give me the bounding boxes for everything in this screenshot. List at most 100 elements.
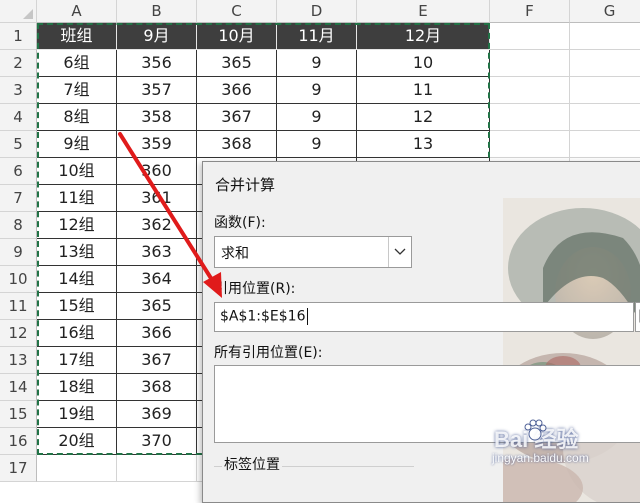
column-header-c[interactable]: C xyxy=(197,0,277,23)
cell-f4[interactable] xyxy=(490,104,570,131)
cell-a3[interactable]: 7组 xyxy=(37,77,117,104)
cell-g2[interactable] xyxy=(570,50,640,77)
cell-b5[interactable]: 359 xyxy=(117,131,197,158)
row-header-15[interactable]: 15 xyxy=(0,401,37,428)
cell-c4[interactable]: 367 xyxy=(197,104,277,131)
photo-watermark xyxy=(503,198,640,502)
cell-d1[interactable]: 11月 xyxy=(277,23,357,50)
column-header-g[interactable]: G xyxy=(570,0,640,23)
column-header-e[interactable]: E xyxy=(357,0,490,23)
cell-b8[interactable]: 362 xyxy=(117,212,197,239)
cell-b13[interactable]: 367 xyxy=(117,347,197,374)
all-references-list[interactable] xyxy=(214,365,640,443)
cell-c1[interactable]: 10月 xyxy=(197,23,277,50)
cell-b1[interactable]: 9月 xyxy=(117,23,197,50)
cell-d3[interactable]: 9 xyxy=(277,77,357,104)
cell-a14[interactable]: 18组 xyxy=(37,374,117,401)
cell-a4[interactable]: 8组 xyxy=(37,104,117,131)
cell-g1[interactable] xyxy=(570,23,640,50)
row-header-3[interactable]: 3 xyxy=(0,77,37,104)
cell-a13[interactable]: 17组 xyxy=(37,347,117,374)
function-select[interactable]: 求和 xyxy=(214,236,412,268)
function-selected-value: 求和 xyxy=(221,246,249,262)
row-header-17[interactable]: 17 xyxy=(0,455,37,482)
cell-b14[interactable]: 368 xyxy=(117,374,197,401)
column-header-a[interactable]: A xyxy=(37,0,117,23)
cell-g3[interactable] xyxy=(570,77,640,104)
collapse-dialog-button[interactable] xyxy=(635,302,640,332)
cell-a12[interactable]: 16组 xyxy=(37,320,117,347)
cell-c5[interactable]: 368 xyxy=(197,131,277,158)
cell-c2[interactable]: 365 xyxy=(197,50,277,77)
range-select-icon xyxy=(639,309,640,323)
cell-f5[interactable] xyxy=(490,131,570,158)
consolidate-dialog: 合并计算 函数(F): 求和 引用位置(R): $A$1:$E$16 所有引用位… xyxy=(202,161,640,503)
row-header-9[interactable]: 9 xyxy=(0,239,37,266)
cell-b4[interactable]: 358 xyxy=(117,104,197,131)
cell-a9[interactable]: 13组 xyxy=(37,239,117,266)
column-header-b[interactable]: B xyxy=(117,0,197,23)
row-header-5[interactable]: 5 xyxy=(0,131,37,158)
cell-f3[interactable] xyxy=(490,77,570,104)
all-references-label: 所有引用位置(E): xyxy=(214,345,323,361)
row-header-6[interactable]: 6 xyxy=(0,158,37,185)
cell-e3[interactable]: 11 xyxy=(357,77,490,104)
cell-a5[interactable]: 9组 xyxy=(37,131,117,158)
cell-b11[interactable]: 365 xyxy=(117,293,197,320)
dialog-title: 合并计算 xyxy=(215,176,276,194)
cell-b9[interactable]: 363 xyxy=(117,239,197,266)
row-header-11[interactable]: 11 xyxy=(0,293,37,320)
cell-a16[interactable]: 20组 xyxy=(37,428,117,455)
cell-b2[interactable]: 356 xyxy=(117,50,197,77)
dropdown-button[interactable] xyxy=(388,237,411,267)
cell-e4[interactable]: 12 xyxy=(357,104,490,131)
cell-g5[interactable] xyxy=(570,131,640,158)
row-header-2[interactable]: 2 xyxy=(0,50,37,77)
row-header-8[interactable]: 8 xyxy=(0,212,37,239)
reference-value: $A$1:$E$16 xyxy=(220,308,306,325)
text-cursor xyxy=(306,308,308,325)
cell-b6[interactable]: 360 xyxy=(117,158,197,185)
cell-a11[interactable]: 15组 xyxy=(37,293,117,320)
cell-f2[interactable] xyxy=(490,50,570,77)
cell-e1[interactable]: 12月 xyxy=(357,23,490,50)
column-header-d[interactable]: D xyxy=(277,0,357,23)
row-header-12[interactable]: 12 xyxy=(0,320,37,347)
chevron-down-icon xyxy=(394,248,406,255)
cell-f1[interactable] xyxy=(490,23,570,50)
cell-b17[interactable] xyxy=(117,455,197,482)
cell-a15[interactable]: 19组 xyxy=(37,401,117,428)
row-header-16[interactable]: 16 xyxy=(0,428,37,455)
cell-e2[interactable]: 10 xyxy=(357,50,490,77)
cell-a2[interactable]: 6组 xyxy=(37,50,117,77)
cell-a6[interactable]: 10组 xyxy=(37,158,117,185)
row-header-13[interactable]: 13 xyxy=(0,347,37,374)
cell-b10[interactable]: 364 xyxy=(117,266,197,293)
cell-d5[interactable]: 9 xyxy=(277,131,357,158)
row-header-7[interactable]: 7 xyxy=(0,185,37,212)
cell-b12[interactable]: 366 xyxy=(117,320,197,347)
cell-d2[interactable]: 9 xyxy=(277,50,357,77)
column-header-f[interactable]: F xyxy=(490,0,570,23)
row-header-1[interactable]: 1 xyxy=(0,23,37,50)
cell-a10[interactable]: 14组 xyxy=(37,266,117,293)
row-header-4[interactable]: 4 xyxy=(0,104,37,131)
cell-g4[interactable] xyxy=(570,104,640,131)
cell-a1[interactable]: 班组 xyxy=(37,23,117,50)
reference-label: 引用位置(R): xyxy=(214,281,296,297)
cell-d4[interactable]: 9 xyxy=(277,104,357,131)
row-header-14[interactable]: 14 xyxy=(0,374,37,401)
cell-e5[interactable]: 13 xyxy=(357,131,490,158)
cell-b15[interactable]: 369 xyxy=(117,401,197,428)
select-all-corner[interactable] xyxy=(0,0,37,23)
cell-c3[interactable]: 366 xyxy=(197,77,277,104)
cell-b16[interactable]: 370 xyxy=(117,428,197,455)
cell-a17[interactable] xyxy=(37,455,117,482)
function-label: 函数(F): xyxy=(214,215,266,231)
row-header-10[interactable]: 10 xyxy=(0,266,37,293)
cell-b3[interactable]: 357 xyxy=(117,77,197,104)
cell-a7[interactable]: 11组 xyxy=(37,185,117,212)
cell-b7[interactable]: 361 xyxy=(117,185,197,212)
reference-input[interactable]: $A$1:$E$16 xyxy=(214,302,634,332)
cell-a8[interactable]: 12组 xyxy=(37,212,117,239)
